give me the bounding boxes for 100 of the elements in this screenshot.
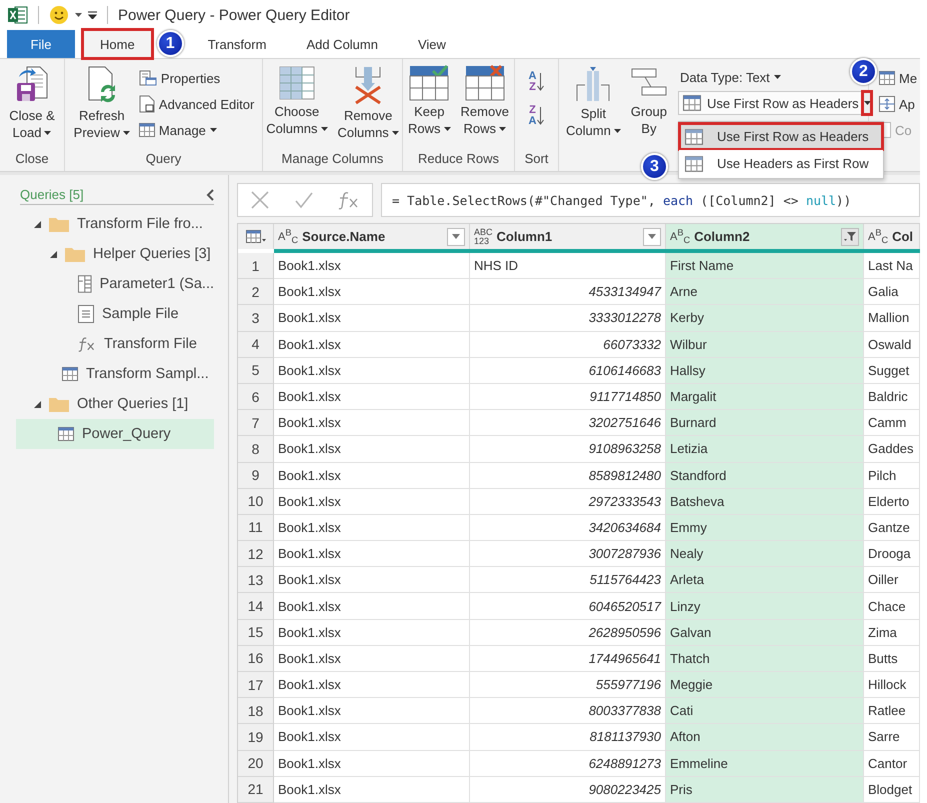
table-cell: Oiller <box>864 567 920 594</box>
table-cell: Galvan <box>666 620 864 646</box>
row-number: 1 <box>238 253 274 280</box>
caret-icon <box>392 130 399 134</box>
refresh-preview-button[interactable]: Refresh Preview <box>70 65 133 149</box>
ribbon-button[interactable]: Manage <box>136 119 256 141</box>
step-number-badge: 3 <box>640 153 668 180</box>
group-label: Sort <box>524 150 548 168</box>
filter-button[interactable] <box>841 228 859 246</box>
tree-item[interactable]: Power_Query <box>16 419 214 449</box>
query-name: Transform File fro... <box>77 216 203 232</box>
remove-rows-button[interactable]: Remove Rows <box>458 65 512 149</box>
table-cell: Book1.xlsx <box>274 488 470 515</box>
tree-item[interactable]: Transform Sampl... <box>20 359 214 389</box>
table-cell: Butts <box>864 646 920 672</box>
table-cell: Book1.xlsx <box>274 593 470 620</box>
tree-item[interactable]: Transform File fro... <box>20 209 214 239</box>
table-cell: Batsheva <box>666 488 864 515</box>
caret-icon <box>499 126 506 130</box>
ribbon-tab[interactable]: View <box>402 30 462 58</box>
table-cell: Drooga <box>864 541 920 568</box>
row-number: 20 <box>238 750 274 777</box>
table-cell: Gaddes <box>864 436 920 462</box>
caret-icon <box>210 128 217 132</box>
table-cell: Book1.xlsx <box>274 305 470 332</box>
table-cell: Book1.xlsx <box>274 358 470 384</box>
caret-icon <box>122 130 130 134</box>
caret-icon <box>44 130 52 134</box>
collapse-icon[interactable] <box>206 188 214 200</box>
ribbon-button[interactable]: Properties <box>136 67 256 89</box>
remove-rows-icon <box>464 65 505 101</box>
remove-columns-button[interactable]: Remove Columns <box>334 65 402 149</box>
down-arrow-icon <box>537 73 544 91</box>
ribbon-button[interactable]: Ap <box>877 93 920 115</box>
ribbon-button[interactable]: Advanced Editor <box>136 93 256 115</box>
table-cell: Cati <box>666 698 864 724</box>
table-cell: Arleta <box>666 567 864 594</box>
dropdown-arrow-button[interactable] <box>862 92 871 114</box>
columns-grid-icon <box>278 65 315 101</box>
ribbon-tab[interactable]: File <box>7 30 75 58</box>
table-cell: 2972333543 <box>470 488 666 515</box>
column-menu-button[interactable] <box>643 228 661 246</box>
tree-item[interactable]: Helper Queries [3] <box>20 239 214 269</box>
table-cell: Burnard <box>666 410 864 436</box>
table-icon <box>58 427 74 441</box>
group-label: Manage Columns <box>282 150 384 168</box>
table-cell: Arne <box>666 279 864 306</box>
query-name: Transform Sampl... <box>86 366 209 382</box>
row-number: 6 <box>238 384 274 410</box>
down-arrow-icon <box>537 107 544 125</box>
table-cell: 3420634684 <box>470 514 666 542</box>
ribbon-button[interactable]: Me <box>877 67 920 89</box>
table-cell: 66073332 <box>470 332 666 358</box>
formula-field[interactable]: = Table.SelectRows(#"Changed Type", each ([Column2] <> null)) <box>381 183 920 217</box>
table-cell: Thatch <box>666 646 864 672</box>
table-cell: Book1.xlsx <box>274 672 470 698</box>
table-cell: 9080223425 <box>470 776 666 803</box>
table-cell: Zima <box>864 620 920 646</box>
query-name: Transform File <box>104 336 197 352</box>
tree-item[interactable]: Sample File <box>20 299 214 329</box>
row-number: 9 <box>238 462 274 489</box>
table-cell: Emmeline <box>666 750 864 777</box>
table-cell: 5115764423 <box>470 567 666 594</box>
row-number: 19 <box>238 724 274 751</box>
tree-item[interactable]: Transform File <box>20 329 214 359</box>
close-load-button[interactable]: Close & Load <box>6 65 58 149</box>
ribbon-tab[interactable]: Add Column <box>290 30 394 58</box>
type-label: ABC 123 <box>474 228 493 246</box>
table-cell: Book1.xlsx <box>274 724 470 751</box>
table-cell: Galia <box>864 279 920 306</box>
table-cell: Linzy <box>666 593 864 620</box>
table-cell: Pilch <box>864 462 920 489</box>
folder-icon <box>49 396 69 412</box>
table-cell: Book1.xlsx <box>274 384 470 410</box>
query-name: Other Queries [1] <box>77 396 188 412</box>
row-number: 5 <box>238 358 274 384</box>
table-cell: Book1.xlsx <box>274 253 470 280</box>
table-cell: Book1.xlsx <box>274 646 470 672</box>
ribbon-tab[interactable]: Transform <box>192 30 282 58</box>
row-number: 3 <box>238 305 274 332</box>
caret-icon <box>864 101 871 105</box>
tree-item[interactable]: Parameter1 (Sa... <box>20 269 214 299</box>
choose-columns-button[interactable]: Choose Columns <box>263 65 330 149</box>
table-cell: 555977196 <box>470 672 666 698</box>
table-cell: Book1.xlsx <box>274 750 470 777</box>
data-type-dropdown[interactable]: Data Type: Text <box>678 65 783 87</box>
table-cell: NHS ID <box>470 253 666 280</box>
tree-item[interactable]: Other Queries [1] <box>20 389 214 419</box>
table-cell: Book1.xlsx <box>274 462 470 489</box>
menu-item[interactable]: Use Headers as First Row <box>678 150 883 177</box>
keep-rows-button[interactable]: Keep Rows <box>405 65 454 149</box>
function-icon[interactable] <box>338 190 360 210</box>
column-menu-button[interactable] <box>447 228 465 246</box>
sort-button[interactable]: A Z <box>528 67 544 97</box>
row-number: 17 <box>238 672 274 698</box>
split-column-button[interactable]: Split Column <box>563 65 624 149</box>
row-number: 11 <box>238 514 274 542</box>
row-number: 8 <box>238 436 274 462</box>
folder-icon <box>49 216 69 232</box>
sort-button[interactable]: Z A <box>528 101 544 131</box>
